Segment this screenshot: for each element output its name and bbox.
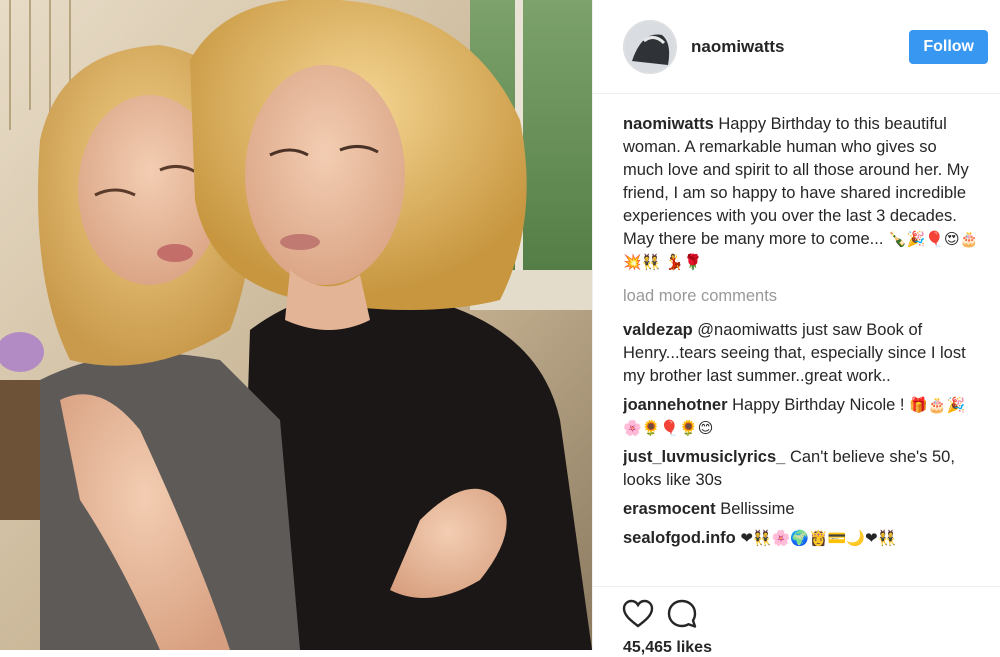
comment-username[interactable]: erasmocent [623,500,716,518]
comment-username[interactable]: joannehotner [623,396,728,414]
caption-username[interactable]: naomiwatts [623,115,714,133]
photo-illustration [0,0,592,650]
avatar-image [624,20,676,73]
heart-outline-icon[interactable] [621,597,655,631]
comment-item: erasmocent Bellissime [623,498,980,521]
comment-text: Happy Birthday Nicole ! [732,396,910,414]
comment-username[interactable]: valdezap [623,321,693,339]
comment-username[interactable]: just_luvmusiclyrics_ [623,448,785,466]
load-more-comments-link[interactable]: load more comments [623,285,980,308]
post-header: naomiwatts Follow [593,0,1000,94]
instagram-post-window: naomiwatts Follow naomiwatts Happy Birth… [0,0,1000,656]
comment-item: sealofgod.info ❤👯🌸🌍👸💳🌙❤👯 [623,527,980,550]
comment-text: Bellissime [720,500,795,518]
comment-emoji: ❤👯🌸🌍👸💳🌙❤👯 [740,529,897,547]
likes-count[interactable]: 45,465 likes [623,639,712,657]
caption: naomiwatts Happy Birthday to this beauti… [623,113,980,274]
avatar[interactable] [623,19,677,74]
post-author-username[interactable]: naomiwatts [691,37,909,57]
comments-list: naomiwatts Happy Birthday to this beauti… [623,113,980,585]
comment-username[interactable]: sealofgod.info [623,529,736,547]
comment-item: joannehotner Happy Birthday Nicole ! 🎁🎂🎉… [623,394,980,440]
follow-button[interactable]: Follow [909,29,988,64]
caption-text: Happy Birthday to this beautiful woman. … [623,115,969,248]
speech-bubble-icon[interactable] [665,597,699,631]
post-side-panel: naomiwatts Follow naomiwatts Happy Birth… [592,0,1000,656]
post-actions-bar: 45,465 likes [593,586,1000,656]
comment-item: just_luvmusiclyrics_ Can't believe she's… [623,446,980,492]
comment-item: valdezap @naomiwatts just saw Book of He… [623,319,980,388]
post-photo[interactable] [0,0,592,650]
